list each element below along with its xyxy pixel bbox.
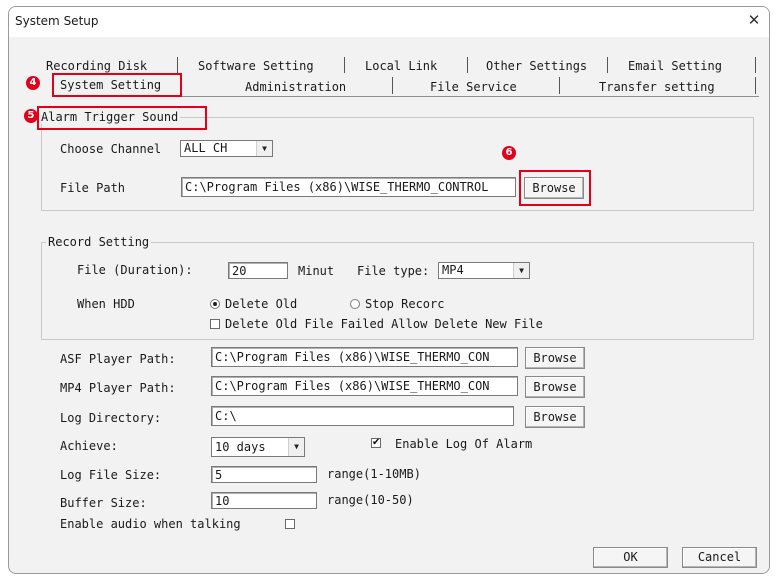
log-file-size-label: Log File Size:: [60, 468, 162, 482]
choose-channel-value: ALL CH: [184, 141, 228, 155]
asf-browse-button[interactable]: Browse: [525, 347, 585, 369]
delete-failed-checkbox[interactable]: [210, 319, 220, 329]
delete-failed-label: Delete Old File Failed Allow Delete New …: [225, 317, 543, 331]
tab-separator: [467, 57, 468, 73]
tab-transfer-setting[interactable]: Transfer setting: [599, 80, 715, 96]
tab-separator: [392, 77, 393, 94]
choose-channel-select[interactable]: ALL CH ▼: [180, 140, 273, 157]
annotation-box-alarm-trigger-sound: [37, 106, 207, 130]
file-type-value: MP4: [442, 263, 464, 277]
annotation-marker-5: 5: [24, 109, 38, 123]
tab-file-service[interactable]: File Service: [430, 80, 517, 96]
chevron-down-icon: ▼: [256, 141, 272, 156]
stop-record-radio[interactable]: [350, 299, 360, 309]
choose-channel-label: Choose Channel: [60, 142, 162, 156]
close-icon[interactable]: ✕: [745, 11, 763, 29]
tab-separator: [607, 57, 608, 73]
tab-underline: [181, 96, 759, 97]
log-file-size-input[interactable]: 5: [211, 466, 317, 483]
duration-unit-label: Minut: [298, 264, 335, 278]
system-setup-dialog: System Setup ✕ Recording Disk Software S…: [8, 6, 770, 574]
tab-separator: [755, 57, 756, 73]
when-hdd-label: When HDD: [77, 297, 135, 311]
window-title: System Setup: [15, 14, 99, 28]
stop-record-label: Stop Recorc: [365, 297, 445, 311]
achieve-label: Achieve:: [60, 439, 118, 453]
log-file-size-range: range(1-10MB): [327, 467, 421, 481]
file-type-label: File type:: [357, 264, 430, 278]
delete-old-radio[interactable]: [210, 299, 220, 309]
log-directory-label: Log Directory:: [60, 411, 162, 425]
annotation-box-system-setting: [52, 73, 182, 97]
log-directory-input[interactable]: C:\: [211, 406, 514, 426]
asf-player-path-input[interactable]: C:\Program Files (x86)\WISE_THERMO_CON: [211, 347, 518, 367]
delete-old-label: Delete Old: [225, 297, 298, 311]
file-type-select[interactable]: MP4 ▼: [438, 262, 530, 279]
log-browse-button[interactable]: Browse: [525, 406, 585, 428]
file-duration-label: File (Duration):: [77, 263, 193, 277]
mp4-player-path-label: MP4 Player Path:: [60, 381, 176, 395]
achieve-value: 10 days: [215, 440, 266, 454]
buffer-size-label: Buffer Size:: [60, 496, 147, 510]
chevron-down-icon: ▼: [513, 263, 529, 278]
buffer-size-range: range(10-50): [327, 493, 414, 507]
tab-separator: [755, 77, 756, 94]
chevron-down-icon: ▼: [288, 438, 304, 456]
buffer-size-input[interactable]: 10: [211, 492, 317, 509]
asf-player-path-label: ASF Player Path:: [60, 352, 176, 366]
mp4-browse-button[interactable]: Browse: [525, 376, 585, 398]
annotation-box-browse: [519, 170, 591, 206]
file-duration-input[interactable]: 20: [228, 262, 288, 279]
title-bar: System Setup ✕: [9, 7, 769, 37]
file-path-input[interactable]: C:\Program Files (x86)\WISE_THERMO_CONTR…: [181, 177, 516, 197]
tab-separator: [177, 57, 178, 73]
tab-software-setting[interactable]: Software Setting: [198, 59, 314, 75]
ok-button[interactable]: OK: [593, 547, 668, 568]
mp4-player-path-input[interactable]: C:\Program Files (x86)\WISE_THERMO_CON: [211, 376, 518, 396]
enable-log-alarm-label: Enable Log Of Alarm: [395, 437, 533, 451]
record-setting-legend: Record Setting: [46, 235, 152, 249]
enable-log-alarm-checkbox[interactable]: ✔: [371, 438, 381, 448]
tab-separator: [559, 77, 560, 94]
cancel-button[interactable]: Cancel: [682, 547, 757, 568]
annotation-marker-4: 4: [26, 76, 40, 90]
tab-local-link[interactable]: Local Link: [365, 59, 437, 75]
enable-audio-label: Enable audio when talking: [60, 517, 241, 531]
tab-other-settings[interactable]: Other Settings: [486, 59, 587, 75]
radio-selected-dot: [213, 302, 217, 306]
file-path-label: File Path: [60, 181, 126, 195]
annotation-marker-6: 6: [502, 146, 516, 160]
tab-email-setting[interactable]: Email Setting: [628, 59, 722, 75]
tab-separator: [344, 57, 345, 73]
enable-audio-checkbox[interactable]: [285, 519, 295, 529]
achieve-select[interactable]: 10 days ▼: [211, 437, 305, 457]
tab-administration[interactable]: Administration: [245, 80, 346, 96]
